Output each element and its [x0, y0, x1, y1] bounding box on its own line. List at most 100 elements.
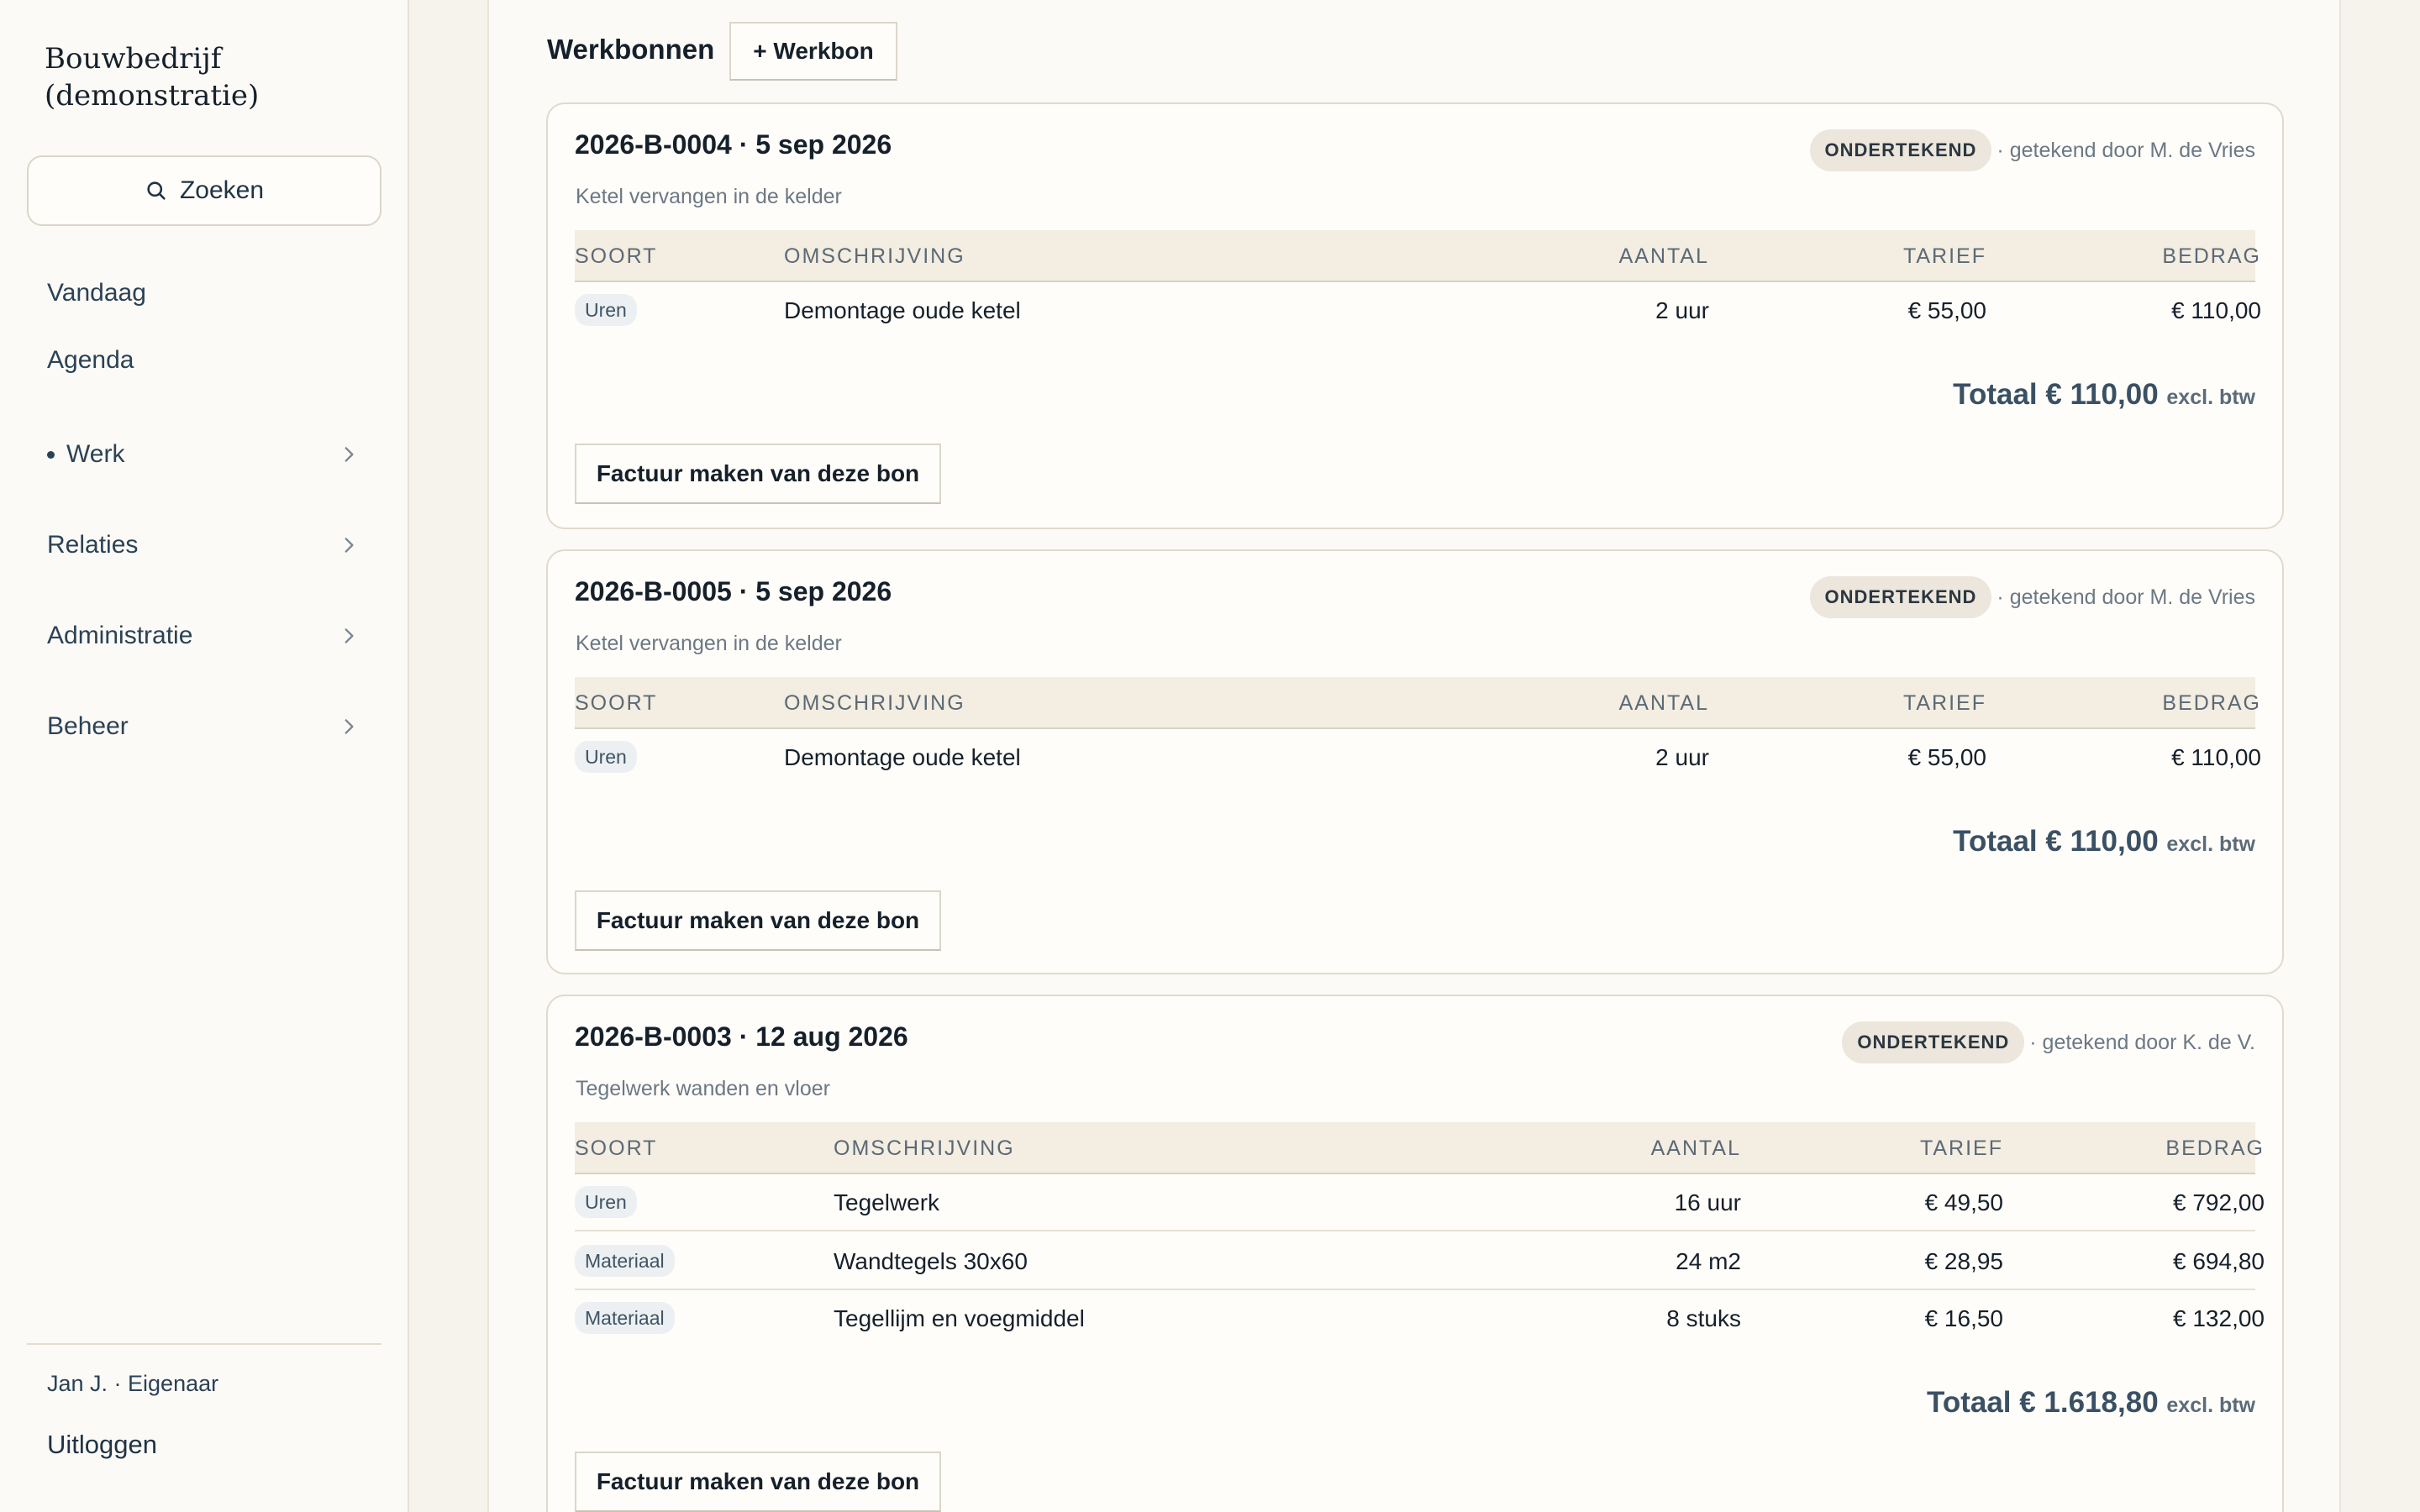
search-button[interactable]: Zoeken [27, 155, 381, 226]
cell-tarief: € 55,00 [1907, 297, 1986, 323]
werkbon-subtitle: Tegelwerk wanden en vloer [576, 1077, 830, 1100]
brand-line-2: (demonstratie) [45, 79, 260, 113]
cell-soort: Materiaal [575, 1233, 675, 1290]
type-tag: Uren [575, 740, 637, 773]
cell-tarief: € 55,00 [1907, 744, 1986, 770]
sidebar-item-agenda[interactable]: Agenda [47, 346, 134, 375]
table-row: Uren Demontage oude ketel 2 uur € 55,00 … [575, 282, 2261, 339]
column-header-soort: SOORT [575, 691, 658, 715]
table-header: SOORT OMSCHRIJVING AANTAL TARIEF BEDRAG [575, 1122, 2263, 1174]
chevron-right-icon [345, 719, 354, 734]
cell-soort: Uren [575, 1174, 637, 1231]
sidebar-item-relaties[interactable]: Relaties [47, 531, 360, 559]
type-tag: Materiaal [575, 1244, 675, 1277]
brand-name: Bouwbedrijf (demonstratie) [45, 40, 259, 114]
werkbon-card: 2026-B-0005 · 5 sep 2026 ONDERTEKEND · g… [546, 549, 2284, 974]
status-badge: ONDERTEKEND [1842, 1021, 2025, 1063]
column-header-aantal: AANTAL [1618, 244, 1709, 268]
werkbon-total: Totaal € 110,00 excl. btw [1953, 378, 2255, 412]
search-label: Zoeken [179, 176, 265, 204]
sidebar-item-werk[interactable]: Werk [47, 440, 360, 469]
cell-aantal: 16 uur [1674, 1189, 1741, 1215]
werkbon-total: Totaal € 110,00 excl. btw [1953, 825, 2255, 858]
logout-link[interactable]: Uitloggen [47, 1430, 157, 1460]
cell-omschrijving: Tegelwerk [834, 1189, 940, 1215]
cell-soort: Materiaal [575, 1290, 675, 1347]
column-header-bedrag: BEDRAG [2165, 1137, 2265, 1160]
werkbon-status: ONDERTEKEND · getekend door M. de Vries [1809, 129, 2255, 171]
column-header-omschrijving: OMSCHRIJVING [834, 1137, 1015, 1160]
total-suffix: excl. btw [2166, 386, 2255, 409]
chevron-right-icon [345, 447, 354, 462]
type-tag: Uren [575, 1185, 637, 1218]
active-dot-icon [47, 450, 55, 459]
column-header-tarief: TARIEF [1902, 244, 1986, 268]
cell-soort: Uren [575, 729, 637, 786]
signed-by: · getekend door M. de Vries [1996, 585, 2255, 609]
sidebar: Bouwbedrijf (demonstratie) Zoeken Vandaa… [0, 0, 409, 1512]
column-header-omschrijving: OMSCHRIJVING [784, 244, 965, 268]
create-invoice-button[interactable]: Factuur maken van deze bon [575, 444, 941, 504]
total-amount: Totaal € 110,00 [1953, 378, 2159, 411]
sidebar-divider [27, 1343, 381, 1345]
cell-omschrijving: Tegellijm en voegmiddel [834, 1305, 1085, 1331]
total-amount: Totaal € 1.618,80 [1927, 1386, 2159, 1419]
sidebar-item-label: Vandaag [47, 279, 146, 307]
cell-soort: Uren [575, 282, 637, 339]
create-invoice-button[interactable]: Factuur maken van deze bon [575, 1452, 941, 1512]
total-suffix: excl. btw [2166, 1394, 2255, 1417]
cell-omschrijving: Wandtegels 30x60 [834, 1248, 1028, 1274]
column-header-aantal: AANTAL [1618, 691, 1709, 715]
sidebar-item-label: Beheer [47, 712, 129, 740]
sidebar-item-vandaag[interactable]: Vandaag [47, 279, 146, 307]
chevron-right-icon [345, 538, 354, 553]
create-invoice-button[interactable]: Factuur maken van deze bon [575, 890, 941, 951]
sidebar-item-label: Agenda [47, 346, 134, 374]
column-header-tarief: TARIEF [1902, 691, 1986, 715]
type-tag: Materiaal [575, 1301, 675, 1334]
page-title: Werkbonnen [547, 34, 715, 65]
cell-omschrijving: Demontage oude ketel [784, 744, 1021, 770]
brand-line-1: Bouwbedrijf [45, 42, 222, 76]
add-werkbon-button[interactable]: + Werkbon [729, 22, 897, 81]
werkbon-status: ONDERTEKEND · getekend door K. de V. [1842, 1021, 2255, 1063]
column-header-bedrag: BEDRAG [2162, 691, 2261, 715]
status-badge: ONDERTEKEND [1809, 576, 1992, 618]
sidebar-item-beheer[interactable]: Beheer [47, 712, 360, 741]
cell-bedrag: € 110,00 [2171, 297, 2261, 323]
table-row: Materiaal Tegellijm en voegmiddel 8 stuk… [575, 1290, 2265, 1347]
search-icon [147, 181, 166, 200]
cell-bedrag: € 132,00 [2173, 1305, 2265, 1331]
column-header-tarief: TARIEF [1919, 1137, 2003, 1160]
cell-bedrag: € 792,00 [2173, 1189, 2265, 1215]
cell-aantal: 2 uur [1655, 297, 1709, 323]
cell-tarief: € 28,95 [1924, 1248, 2003, 1274]
column-header-soort: SOORT [575, 244, 658, 268]
sidebar-item-label: Administratie [47, 622, 193, 649]
signed-by: · getekend door K. de V. [2029, 1030, 2255, 1054]
cell-aantal: 24 m2 [1676, 1248, 1741, 1274]
table-row: Uren Tegelwerk 16 uur € 49,50 € 792,00 [575, 1174, 2265, 1231]
werkbon-card: 2026-B-0003 · 12 aug 2026 ONDERTEKEND · … [546, 995, 2284, 1512]
werkbon-subtitle: Ketel vervangen in de kelder [576, 185, 842, 208]
sidebar-item-label: Relaties [47, 531, 139, 559]
werkbon-subtitle: Ketel vervangen in de kelder [576, 632, 842, 655]
total-amount: Totaal € 110,00 [1953, 825, 2159, 858]
table-header: SOORT OMSCHRIJVING AANTAL TARIEF BEDRAG [575, 677, 2260, 729]
cell-aantal: 2 uur [1655, 744, 1709, 770]
signed-by: · getekend door M. de Vries [1996, 138, 2255, 162]
cell-bedrag: € 110,00 [2171, 744, 2261, 770]
sidebar-item-administratie[interactable]: Administratie [47, 622, 360, 650]
cell-tarief: € 16,50 [1924, 1305, 2003, 1331]
cell-omschrijving: Demontage oude ketel [784, 297, 1021, 323]
total-suffix: excl. btw [2166, 832, 2255, 856]
werkbon-card: 2026-B-0004 · 5 sep 2026 ONDERTEKEND · g… [546, 102, 2284, 529]
status-badge: ONDERTEKEND [1809, 129, 1992, 171]
cell-aantal: 8 stuks [1666, 1305, 1741, 1331]
column-header-soort: SOORT [575, 1137, 658, 1160]
werkbon-total: Totaal € 1.618,80 excl. btw [1927, 1386, 2255, 1420]
column-header-bedrag: BEDRAG [2162, 244, 2261, 268]
werkbon-status: ONDERTEKEND · getekend door M. de Vries [1809, 576, 2255, 618]
column-header-omschrijving: OMSCHRIJVING [784, 691, 965, 715]
table-header: SOORT OMSCHRIJVING AANTAL TARIEF BEDRAG [575, 230, 2260, 282]
